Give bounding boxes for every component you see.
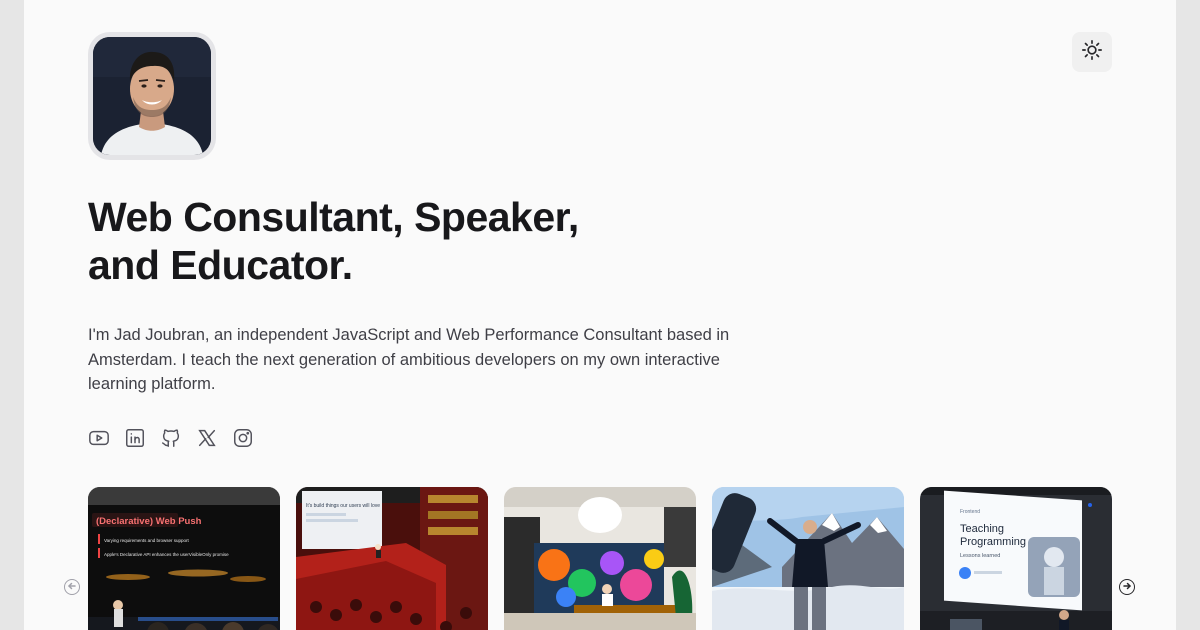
social-links	[88, 427, 254, 449]
web-push-slide-bullet-2: Apple's Declarative API enhances the use…	[104, 552, 229, 557]
bio-paragraph: I'm Jad Joubran, an independent JavaScri…	[88, 323, 768, 397]
page: Web Consultant, Speaker, and Educator. I…	[24, 0, 1176, 630]
photo-gallery: (Declarative) Web Push Varying requireme…	[88, 487, 1112, 630]
avatar	[88, 32, 216, 160]
teaching-slide-subtitle: Lessons learned	[960, 553, 1000, 559]
web-push-slide-bullet-1: Varying requirements and browser support	[104, 538, 189, 543]
theme-toggle-button[interactable]	[1072, 32, 1112, 72]
linkedin-icon[interactable]	[124, 427, 146, 449]
gallery-photo-teaching-programming[interactable]: Frontend Teaching Programming Lessons le…	[920, 487, 1112, 630]
github-icon[interactable]	[160, 427, 182, 449]
theater-slide-text: It's build things our users will love	[306, 503, 380, 509]
youtube-icon[interactable]	[88, 427, 110, 449]
bio-line-2: Amsterdam. I teach the next generation o…	[88, 350, 720, 369]
headline-line-2: and Educator.	[88, 242, 353, 288]
page-title: Web Consultant, Speaker, and Educator.	[88, 193, 728, 289]
sun-icon	[1081, 39, 1103, 66]
arrow-left-icon	[67, 578, 77, 596]
bio-line-3: learning platform.	[88, 375, 216, 393]
gallery-photo-studio-talk[interactable]	[504, 487, 696, 630]
teaching-slide-title-2: Programming	[960, 536, 1026, 548]
gallery-photo-web-push-talk[interactable]: (Declarative) Web Push Varying requireme…	[88, 487, 280, 630]
web-push-slide-title: (Declarative) Web Push	[96, 516, 202, 527]
gallery-prev-button[interactable]	[64, 579, 80, 595]
profile-photo	[93, 37, 211, 155]
gallery-next-button[interactable]	[1119, 579, 1135, 595]
instagram-icon[interactable]	[232, 427, 254, 449]
arrow-right-icon	[1122, 578, 1132, 596]
teaching-slide-brand: Frontend	[960, 509, 980, 515]
gallery-photo-snow-mountain[interactable]	[712, 487, 904, 630]
bio-line-1: I'm Jad Joubran, an independent JavaScri…	[88, 326, 730, 344]
teaching-slide-title-1: Teaching	[960, 523, 1004, 535]
x-icon[interactable]	[196, 427, 218, 449]
gallery-photo-theater-talk[interactable]: It's build things our users will love	[296, 487, 488, 630]
headline-line-1: Web Consultant, Speaker,	[88, 194, 579, 240]
